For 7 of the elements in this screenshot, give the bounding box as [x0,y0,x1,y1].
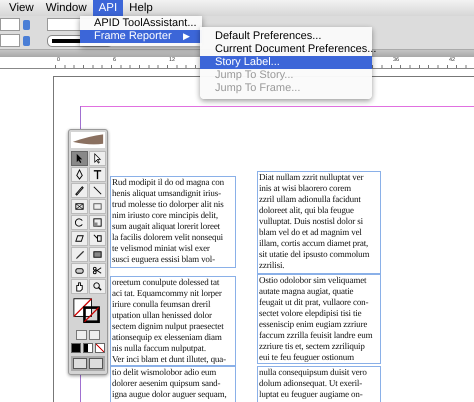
submenu-arrow: ▶ [183,30,190,43]
body-text: Rud modipit il do od magna con henis aliquat umsandignit irius- trud molesse tio dolorper alit nis nim iriusto core mincipis delit, sum augait aliquat lorerit loreet la facilis dolorem velit nonsequi te velismod miniat wisl exer susci euguera essisi blam vol- [111,177,225,265]
menu-item-label: APID ToolAssistant... [94,17,197,30]
menu-item-label: Frame Reporter [94,30,172,43]
body-text: Diat nullam zzrit nulluptat ver inis at wisi blaorero corem zzril ullam adionulla facidunt doloreet alit, qui bla feugue vulluptat. Duis nostisl dolor si blam vel do et ad magnim vel illam, cortis accum diamet prat, sit utatie del ipsusto commolum zzrilisi. [258,172,370,271]
body-text: Ostio odolobor sim veliquamet autate magna augiat, quatie feugait ut dit prat, vullaore con- sectet volore elepdipisi tisi tie esseniscip enim eugiam zzriure faccum zzrilla feuisit landre eum zzriure tis et, sectem zzriliquip eui te feu feuguer ostionum [258,275,374,363]
body-text: nulla consequipsum duisit vero dolum adionsequat. Ut exeril- luptat eu feuguer augiame on- [258,367,368,400]
